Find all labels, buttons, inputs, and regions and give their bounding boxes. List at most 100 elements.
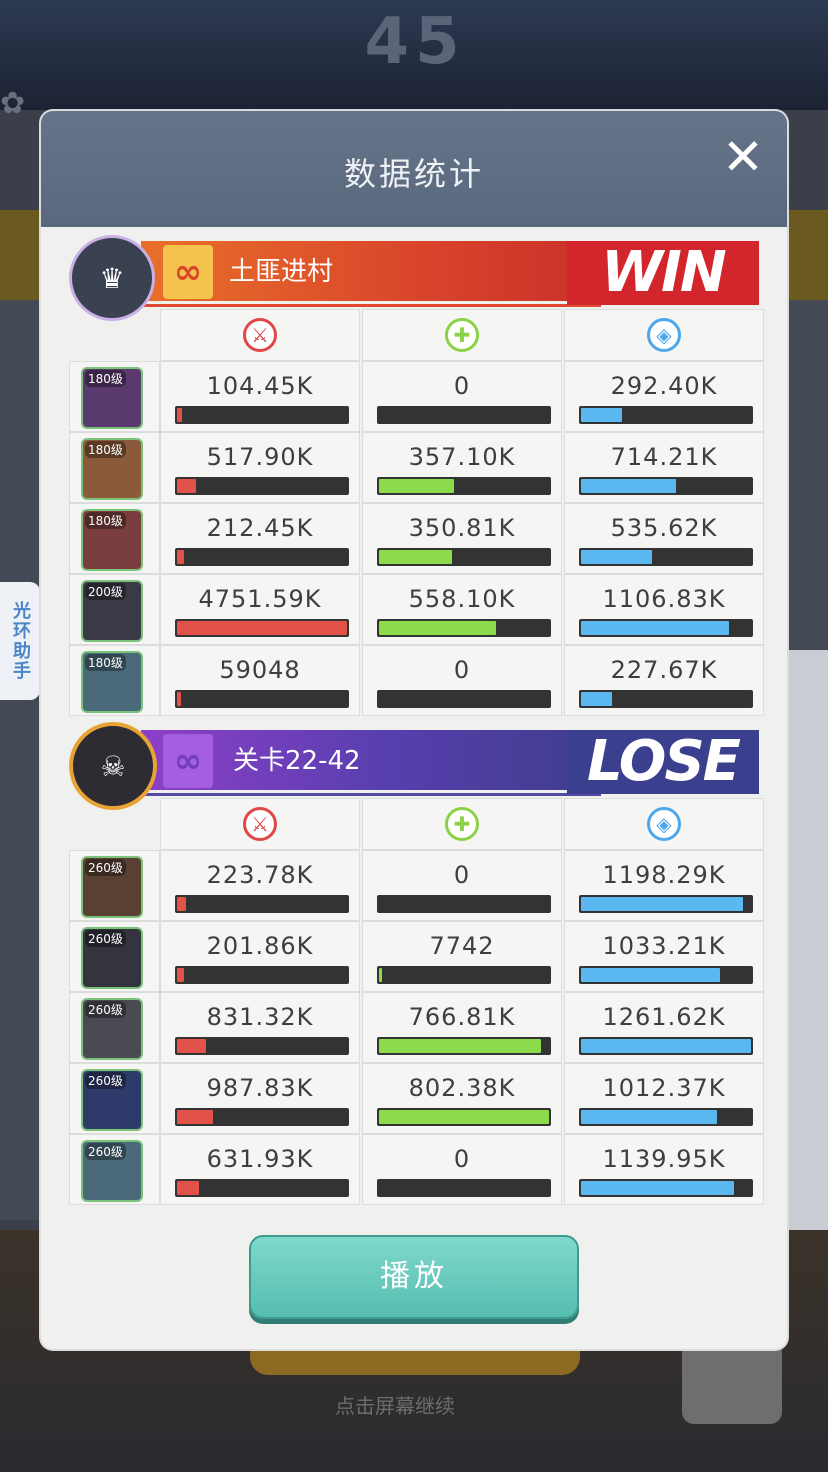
defense-bar	[579, 477, 753, 495]
heal-bar	[377, 690, 551, 708]
damage-bar-fill	[177, 1181, 199, 1195]
defense-bar	[579, 1108, 753, 1126]
defense-cell: 1198.29K	[564, 850, 764, 921]
hero-stat-row: 260级 223.78K 0 1198.29K	[69, 850, 764, 921]
stats-table-lose: ⚔ ✚ ◈ 260级 223.78K 0 1198.29K 260级 201.86K 774…	[69, 798, 764, 1205]
hero-level-badge: 180级	[85, 512, 126, 529]
defense-value: 1139.95K	[602, 1145, 726, 1173]
background-band-left	[0, 210, 42, 300]
hero-level-badge: 260级	[85, 1143, 126, 1160]
heal-value: 802.38K	[408, 1074, 516, 1102]
damage-bar-fill	[177, 479, 196, 493]
hero-portrait-icon[interactable]: 180级	[81, 438, 143, 500]
defense-cell: 227.67K	[564, 645, 764, 716]
hero-portrait-icon[interactable]: 180级	[81, 651, 143, 713]
damage-value: 212.45K	[206, 514, 314, 542]
background-continue-text: 点击屏幕继续	[335, 1394, 455, 1418]
heal-value: 0	[453, 372, 471, 400]
hero-portrait-icon[interactable]: 200级	[81, 580, 143, 642]
defense-bar-fill	[581, 968, 720, 982]
hero-stat-row: 260级 987.83K 802.38K 1012.37K	[69, 1063, 764, 1134]
defense-bar	[579, 966, 753, 984]
damage-cell: 4751.59K	[160, 574, 360, 645]
defense-bar	[579, 690, 753, 708]
hero-stat-row: 260级 201.86K 7742 1033.21K	[69, 921, 764, 992]
close-icon[interactable]: ✕	[717, 131, 769, 183]
team-banner-lose: ∞ 关卡22-42	[141, 730, 601, 796]
battle-stats-dialog: 数据统计 ✕ ∞ 土匪进村 WIN ♛ ⚔ ✚ ◈ 180级 104.45K 0 29…	[41, 111, 787, 1349]
damage-bar	[175, 966, 349, 984]
hero-portrait-icon[interactable]: 180级	[81, 367, 143, 429]
heal-cell: 0	[362, 361, 562, 432]
hero-portrait-cell: 260级	[69, 850, 160, 921]
hero-stat-row: 180级 59048 0 227.67K	[69, 645, 764, 716]
defense-cell: 1139.95K	[564, 1134, 764, 1205]
heal-bar-fill	[379, 1039, 541, 1053]
damage-bar	[175, 1037, 349, 1055]
heal-bar-fill	[379, 479, 454, 493]
defense-bar-fill	[581, 550, 652, 564]
defense-cell: 1012.37K	[564, 1063, 764, 1134]
hero-portrait-icon[interactable]: 260级	[81, 998, 143, 1060]
defense-value: 1261.62K	[602, 1003, 726, 1031]
damage-bar-fill	[177, 408, 182, 422]
damage-icon: ⚔	[243, 318, 277, 352]
defense-bar	[579, 406, 753, 424]
damage-value: 223.78K	[206, 861, 314, 889]
guild-emblem-icon: ∞	[163, 245, 213, 299]
damage-bar	[175, 690, 349, 708]
damage-cell: 517.90K	[160, 432, 360, 503]
damage-bar-fill	[177, 1039, 206, 1053]
defense-value: 1198.29K	[602, 861, 726, 889]
defense-bar-fill	[581, 479, 676, 493]
hero-stat-row: 180级 212.45K 350.81K 535.62K	[69, 503, 764, 574]
heal-value: 0	[453, 656, 471, 684]
heal-bar	[377, 1179, 551, 1197]
damage-bar	[175, 1108, 349, 1126]
defense-bar	[579, 619, 753, 637]
hero-portrait-icon[interactable]: 260级	[81, 1140, 143, 1202]
hero-portrait-icon[interactable]: 180级	[81, 509, 143, 571]
damage-cell: 212.45K	[160, 503, 360, 574]
defense-cell: 714.21K	[564, 432, 764, 503]
damage-value: 631.93K	[206, 1145, 314, 1173]
hero-level-badge: 260级	[85, 1072, 126, 1089]
heal-cell: 0	[362, 1134, 562, 1205]
heal-cell: 558.10K	[362, 574, 562, 645]
defense-cell: 1261.62K	[564, 992, 764, 1063]
helper-side-tab[interactable]: 光环助手	[0, 582, 40, 700]
defense-bar-fill	[581, 1039, 751, 1053]
damage-cell: 201.86K	[160, 921, 360, 992]
damage-bar-fill	[177, 897, 186, 911]
heal-value: 0	[453, 1145, 471, 1173]
hero-portrait-cell: 180级	[69, 645, 160, 716]
damage-cell: 104.45K	[160, 361, 360, 432]
damage-column-header: ⚔	[160, 309, 360, 361]
hero-portrait-icon[interactable]: 260级	[81, 856, 143, 918]
background-side-panel	[788, 650, 828, 1230]
defense-cell: 1106.83K	[564, 574, 764, 645]
heal-bar	[377, 619, 551, 637]
play-replay-button[interactable]: 播放	[249, 1235, 579, 1319]
heal-bar-fill	[379, 968, 382, 982]
hero-stat-row: 260级 631.93K 0 1139.95K	[69, 1134, 764, 1205]
defense-bar-fill	[581, 408, 622, 422]
defense-bar	[579, 1179, 753, 1197]
heal-value: 357.10K	[408, 443, 516, 471]
hero-portrait-icon[interactable]: 260级	[81, 927, 143, 989]
defense-bar	[579, 1037, 753, 1055]
heal-cell: 350.81K	[362, 503, 562, 574]
defense-cell: 292.40K	[564, 361, 764, 432]
damage-column-header: ⚔	[160, 798, 360, 850]
heal-cell: 0	[362, 645, 562, 716]
heal-value: 766.81K	[408, 1003, 516, 1031]
heal-cell: 0	[362, 850, 562, 921]
heal-cell: 802.38K	[362, 1063, 562, 1134]
hero-portrait-icon[interactable]: 260级	[81, 1069, 143, 1131]
damage-cell: 631.93K	[160, 1134, 360, 1205]
team-banner-win: ∞ 土匪进村	[141, 241, 601, 307]
hero-portrait-cell: 200级	[69, 574, 160, 645]
result-badge-win: WIN	[567, 241, 759, 305]
hero-stat-row: 260级 831.32K 766.81K 1261.62K	[69, 992, 764, 1063]
defense-value: 1012.37K	[602, 1074, 726, 1102]
